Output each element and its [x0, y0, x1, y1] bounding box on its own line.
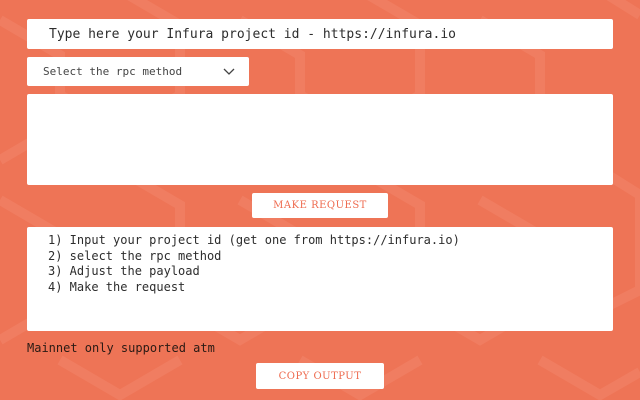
output-line: 3) Adjust the payload [48, 264, 200, 278]
network-note: Mainnet only supported atm [27, 341, 215, 355]
output-line: 1) Input your project id (get one from h… [48, 233, 460, 247]
output-line: 4) Make the request [48, 279, 186, 294]
output-panel: 1) Input your project id (get one from h… [27, 227, 613, 331]
copy-output-button[interactable]: COPY OUTPUT [256, 363, 384, 389]
make-request-button[interactable]: MAKE REQUEST [252, 193, 388, 218]
rpc-method-select[interactable]: Select the rpc method [27, 57, 249, 86]
project-id-input[interactable] [27, 19, 613, 49]
rpc-method-select-label: Select the rpc method [43, 65, 183, 78]
payload-textarea[interactable] [27, 94, 613, 185]
output-line: 2) select the rpc method [48, 248, 222, 263]
chevron-down-icon [223, 68, 235, 75]
